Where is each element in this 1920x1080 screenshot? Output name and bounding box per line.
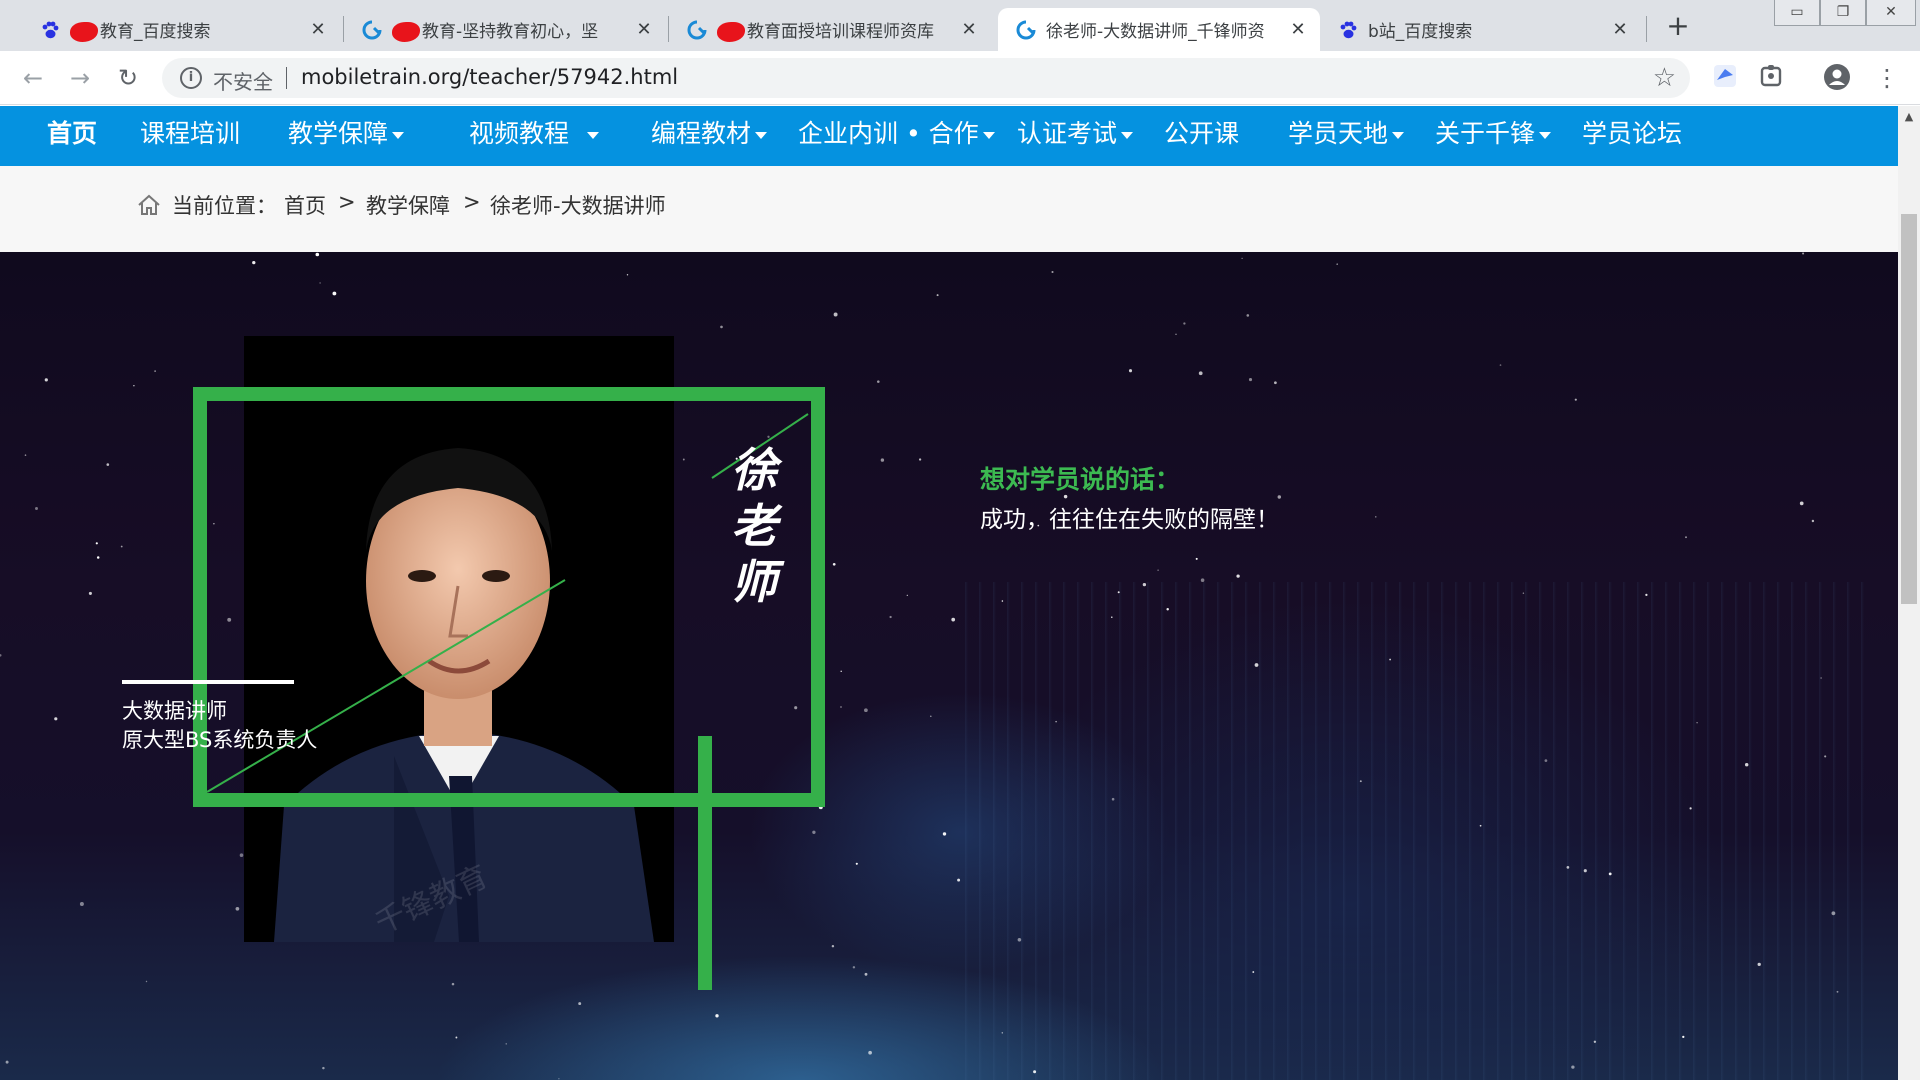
menu-kebab-icon[interactable]: ⋮ bbox=[1872, 63, 1902, 93]
baidu-paw-icon bbox=[40, 20, 60, 40]
nav-label: 视频教程 bbox=[469, 119, 570, 148]
quote-heading: 想对学员说的话： bbox=[980, 465, 1181, 494]
breadcrumb-prefix: 当前位置： bbox=[172, 194, 277, 218]
nav-item-enterprise[interactable]: 企业内训 • 合作 bbox=[798, 106, 995, 166]
tab-close-icon[interactable]: ✕ bbox=[308, 19, 328, 40]
nav-item-certification[interactable]: 认证考试 bbox=[1017, 106, 1134, 166]
new-tab-plus-icon[interactable]: + bbox=[1662, 10, 1694, 42]
tab-close-icon[interactable]: ✕ bbox=[959, 19, 979, 40]
qianfeng-logo-icon bbox=[362, 20, 382, 40]
calligraphy-char: 老 bbox=[731, 499, 777, 553]
site-main-nav: 首页 课程培训 教学保障 视频教程 编程教材 企业内训 • 合作 认证考试 公开… bbox=[0, 106, 1898, 166]
calligraphy-char: 师 bbox=[731, 555, 777, 609]
diagonal-line bbox=[206, 413, 809, 793]
address-bar[interactable]: i 不安全 mobiletrain.org/teacher/57942.html… bbox=[162, 58, 1690, 98]
nav-item-open-class[interactable]: 公开课 bbox=[1164, 106, 1239, 166]
calligraphy-char: 徐 bbox=[731, 443, 777, 497]
reload-icon[interactable]: ↻ bbox=[113, 63, 143, 93]
home-icon bbox=[138, 194, 160, 215]
chevron-down-icon bbox=[1539, 131, 1552, 139]
browser-tab-active[interactable]: 徐老师-大数据讲师_千锋师资 ✕ bbox=[998, 8, 1320, 51]
nav-label: 编程教材 bbox=[651, 119, 752, 148]
breadcrumb-link-home[interactable]: 首页 bbox=[284, 190, 326, 220]
nav-label: 首页 bbox=[47, 119, 98, 148]
breadcrumb: 当前位置： 首页 > 教学保障 > 徐老师-大数据讲师 bbox=[0, 166, 1898, 252]
back-arrow-icon[interactable]: ← bbox=[18, 63, 48, 93]
restore-icon[interactable]: ❐ bbox=[1820, 0, 1866, 26]
close-window-icon[interactable]: ✕ bbox=[1866, 0, 1916, 26]
tab-title: 教育_百度搜索 bbox=[100, 22, 211, 42]
browser-tab[interactable]: 教育面授培训课程师资库 ✕ bbox=[669, 8, 991, 51]
chevron-down-icon bbox=[587, 131, 600, 139]
scroll-thumb[interactable] bbox=[1901, 214, 1917, 604]
teacher-role: 大数据讲师 bbox=[122, 699, 227, 723]
tab-title: 徐老师-大数据讲师_千锋师资 bbox=[1046, 22, 1265, 42]
teacher-hero-banner: 千锋教育 徐 老 师 大数据讲师 原大型BS系统负责人 想对学员说的话： 成功，… bbox=[0, 252, 1898, 1080]
chevron-down-icon bbox=[1121, 131, 1134, 139]
minimize-icon[interactable]: ▭ bbox=[1774, 0, 1820, 26]
chevron-down-icon bbox=[392, 131, 405, 139]
extension-puzzle-icon[interactable] bbox=[1756, 63, 1786, 93]
nav-item-about[interactable]: 关于千锋 bbox=[1435, 106, 1552, 166]
tab-title: 教育-坚持教育初心，坚 bbox=[422, 22, 599, 42]
breadcrumb-separator: > bbox=[338, 190, 356, 214]
browser-tab[interactable]: 教育-坚持教育初心，坚 ✕ bbox=[344, 8, 666, 51]
tab-separator bbox=[1646, 16, 1647, 42]
chevron-down-icon bbox=[1392, 131, 1405, 139]
nav-label: 企业内训 • 合作 bbox=[798, 119, 979, 148]
nav-item-teaching[interactable]: 教学保障 bbox=[288, 106, 405, 166]
info-icon[interactable]: i bbox=[180, 67, 202, 89]
browser-tab[interactable]: 教育_百度搜索 ✕ bbox=[22, 8, 340, 51]
nav-label: 关于千锋 bbox=[1435, 119, 1536, 148]
nav-label: 教学保障 bbox=[288, 119, 389, 148]
nav-item-videos[interactable]: 视频教程 bbox=[469, 106, 600, 166]
profile-avatar-icon[interactable] bbox=[1822, 63, 1852, 93]
nav-label: 学员天地 bbox=[1288, 119, 1389, 148]
nav-item-students[interactable]: 学员天地 bbox=[1288, 106, 1405, 166]
extension-bird-icon[interactable] bbox=[1710, 63, 1740, 93]
tab-close-icon[interactable]: ✕ bbox=[1610, 19, 1630, 40]
nav-item-textbooks[interactable]: 编程教材 bbox=[651, 106, 768, 166]
tab-close-icon[interactable]: ✕ bbox=[634, 19, 654, 40]
quote-text: 成功，往往住在失败的隔壁！ bbox=[980, 507, 1279, 533]
browser-toolbar: ← → ↻ i 不安全 mobiletrain.org/teacher/5794… bbox=[0, 51, 1920, 105]
security-label[interactable]: 不安全 bbox=[213, 66, 273, 95]
nav-item-courses[interactable]: 课程培训 bbox=[140, 106, 240, 166]
tab-strip: 教育_百度搜索 ✕ 教育-坚持教育初心，坚 ✕ 教育面授培训课程师资库 ✕ 徐老… bbox=[0, 0, 1920, 51]
qianfeng-logo-icon bbox=[1016, 20, 1036, 40]
tab-title: b站_百度搜索 bbox=[1368, 22, 1473, 42]
breadcrumb-current: 徐老师-大数据讲师 bbox=[490, 194, 666, 218]
redaction-mark bbox=[70, 22, 98, 42]
browser-tab[interactable]: b站_百度搜索 ✕ bbox=[1320, 8, 1642, 51]
nav-item-home[interactable]: 首页 bbox=[47, 106, 97, 166]
tab-title: 教育面授培训课程师资库 bbox=[747, 22, 934, 42]
nav-label: 学员论坛 bbox=[1582, 119, 1683, 148]
teacher-background: 原大型BS系统负责人 bbox=[122, 728, 318, 752]
subtitle-underline bbox=[122, 680, 294, 684]
nav-label: 公开课 bbox=[1164, 119, 1240, 148]
chevron-down-icon bbox=[982, 131, 995, 139]
redaction-mark bbox=[717, 22, 745, 42]
bookmark-star-icon[interactable]: ☆ bbox=[1653, 63, 1676, 93]
baidu-paw-icon bbox=[1338, 20, 1358, 40]
tab-close-icon[interactable]: ✕ bbox=[1288, 19, 1308, 40]
chevron-down-icon bbox=[755, 131, 768, 139]
nav-item-forum[interactable]: 学员论坛 bbox=[1582, 106, 1682, 166]
page-scrollbar[interactable]: ▲ bbox=[1898, 106, 1920, 1080]
scroll-up-arrow-icon[interactable]: ▲ bbox=[1898, 106, 1920, 128]
redaction-mark bbox=[392, 22, 420, 42]
nav-label: 课程培训 bbox=[140, 119, 241, 148]
forward-arrow-icon[interactable]: → bbox=[65, 63, 95, 93]
breadcrumb-separator: > bbox=[463, 190, 481, 214]
qianfeng-logo-icon bbox=[687, 20, 707, 40]
page-viewport: 首页 课程培训 教学保障 视频教程 编程教材 企业内训 • 合作 认证考试 公开… bbox=[0, 106, 1898, 1080]
url-text[interactable]: mobiletrain.org/teacher/57942.html bbox=[301, 65, 678, 89]
nav-label: 认证考试 bbox=[1017, 119, 1118, 148]
breadcrumb-link-teaching[interactable]: 教学保障 bbox=[366, 190, 450, 220]
address-divider bbox=[286, 67, 287, 89]
teacher-name-calligraphy: 徐 老 师 bbox=[726, 442, 782, 610]
